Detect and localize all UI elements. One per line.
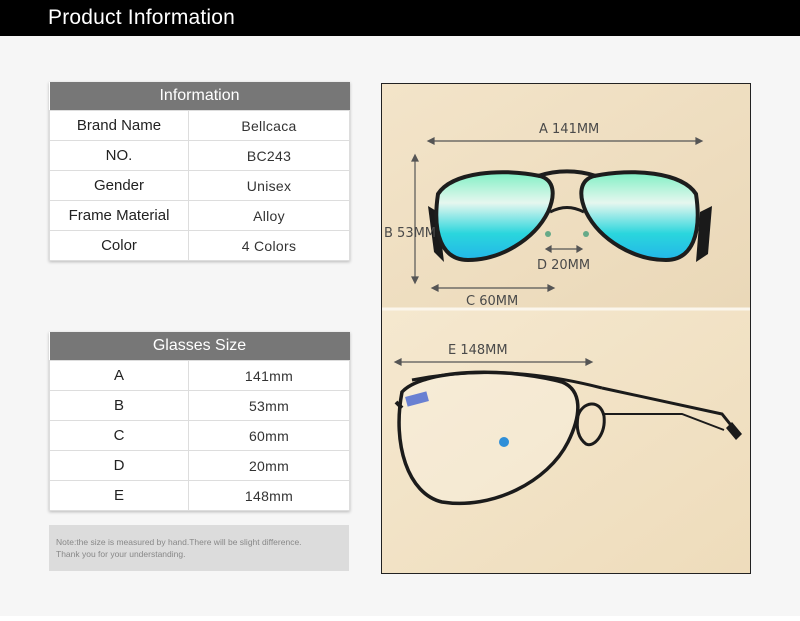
- dimension-d-label: D 20MM: [537, 258, 590, 273]
- size-c-value: 60mm: [188, 420, 350, 451]
- size-c-label: C: [49, 420, 189, 451]
- dimension-b-label: B 53MM: [384, 226, 436, 241]
- note-line-2: Thank you for your understanding.: [56, 549, 186, 559]
- size-e-value: 148mm: [188, 480, 350, 511]
- size-b-label: B: [49, 390, 189, 421]
- information-title: Information: [49, 82, 350, 111]
- table-row: E 148mm: [49, 480, 350, 511]
- size-a-value: 141mm: [188, 360, 350, 391]
- table-row: D 20mm: [49, 450, 350, 481]
- table-row: Gender Unisex: [49, 170, 350, 201]
- model-number-label: NO.: [49, 140, 189, 171]
- glasses-size-table: Glasses Size A 141mm B 53mm C 60mm D 20m…: [49, 332, 350, 511]
- size-d-label: D: [49, 450, 189, 481]
- size-d-value: 20mm: [188, 450, 350, 481]
- nose-pad: [499, 437, 509, 447]
- product-photo: A 141MM B 53MM C 60MM D 20MM E 148MM: [381, 83, 751, 574]
- gender-value: Unisex: [188, 170, 350, 201]
- left-nose-pad: [545, 231, 551, 237]
- table-row: Frame Material Alloy: [49, 200, 350, 231]
- model-number-value: BC243: [188, 140, 350, 171]
- table-header-row: Information: [49, 82, 350, 111]
- table-row: Color 4 Colors: [49, 230, 350, 261]
- size-a-label: A: [49, 360, 189, 391]
- glasses-size-title: Glasses Size: [49, 332, 350, 361]
- right-nose-pad: [583, 231, 589, 237]
- brand-name-label: Brand Name: [49, 110, 189, 141]
- table-header-row: Glasses Size: [49, 332, 350, 361]
- color-label: Color: [49, 230, 189, 261]
- dimension-c-label: C 60MM: [466, 294, 518, 309]
- frame-material-value: Alloy: [188, 200, 350, 231]
- color-value: 4 Colors: [188, 230, 350, 261]
- size-b-value: 53mm: [188, 390, 350, 421]
- dimension-a-label: A 141MM: [539, 122, 599, 137]
- brand-name-value: Bellcaca: [188, 110, 350, 141]
- table-row: Brand Name Bellcaca: [49, 110, 350, 141]
- note-line-1: Note:the size is measured by hand.There …: [56, 537, 302, 547]
- table-row: C 60mm: [49, 420, 350, 451]
- information-table: Information Brand Name Bellcaca NO. BC24…: [49, 82, 350, 261]
- table-row: B 53mm: [49, 390, 350, 421]
- dimension-e-label: E 148MM: [448, 343, 508, 358]
- page-title: Product Information: [48, 6, 236, 29]
- table-row: A 141mm: [49, 360, 350, 391]
- gender-label: Gender: [49, 170, 189, 201]
- frame-material-label: Frame Material: [49, 200, 189, 231]
- glasses-illustration: A 141MM B 53MM C 60MM D 20MM E 148MM: [382, 84, 750, 573]
- size-e-label: E: [49, 480, 189, 511]
- header-bar: Product Information: [0, 0, 800, 36]
- table-row: NO. BC243: [49, 140, 350, 171]
- measurement-note: Note:the size is measured by hand.There …: [49, 525, 349, 571]
